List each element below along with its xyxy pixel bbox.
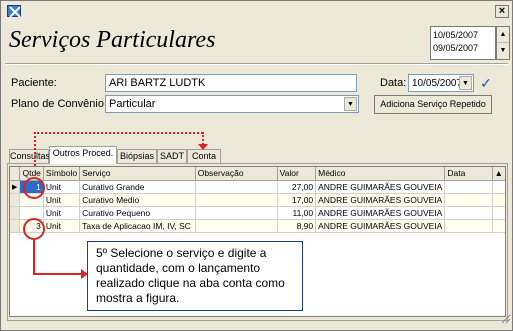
col-header-data[interactable]: Data [444,167,493,181]
annotation-dotted-line [34,132,36,166]
date-list-scrollbar[interactable]: ▲ ▼ [496,26,510,60]
chevron-down-icon[interactable]: ▼ [344,97,357,111]
cell-filler [492,180,505,194]
table-header-row: Qtde Símbolo Serviço Observação Valor Mé… [10,167,505,181]
annotation-circle [23,177,45,199]
cell-observacao[interactable] [195,180,278,194]
paciente-label: Paciente: [11,77,57,89]
cell-medico[interactable]: ANDRE GUIMARÃES GOUVEIA [315,180,446,194]
confirm-check-button[interactable]: ✓ [477,76,495,92]
row-indicator [10,193,21,207]
annotation-line [33,273,83,275]
tab-conta[interactable]: Conta [187,149,221,163]
title-bar: × [2,2,511,20]
cell-medico[interactable]: ANDRE GUIMARÃES GOUVEIA [315,206,446,220]
cell-servico[interactable]: Taxa de Aplicacao IM, IV, SC [79,219,196,233]
chevron-down-icon[interactable]: ▼ [459,76,472,90]
cell-observacao[interactable] [195,219,278,233]
app-x-icon [7,5,21,17]
tab-biopsias[interactable]: Biópsias [117,149,157,163]
cell-valor[interactable]: 17,00 [277,193,317,207]
col-header-valor[interactable]: Valor [277,167,317,181]
add-repeated-service-button[interactable]: Adiciona Serviço Repetido [374,95,492,114]
annotation-line [33,240,35,274]
date-list-item[interactable]: 09/05/2007 [433,42,493,55]
annotation-circle [23,218,45,240]
cell-filler [492,219,505,233]
page-title: Serviços Particulares [9,27,216,53]
col-header-observacao[interactable]: Observação [195,167,278,181]
cell-simbolo[interactable]: Unit [43,206,81,220]
scroll-down-icon[interactable]: ▼ [497,43,509,59]
plano-select[interactable]: Particular ▼ [105,95,359,113]
tab-consultas[interactable]: Consultas [9,149,50,163]
cell-simbolo[interactable]: Unit [43,180,81,194]
data-select[interactable]: 10/05/2007 ▼ [408,74,474,92]
data-select-value: 10/05/2007 [412,78,463,89]
cell-observacao[interactable] [195,193,278,207]
col-header-simbolo[interactable]: Símbolo [43,167,81,181]
paciente-field[interactable]: ARI BARTZ LUDTK [105,74,357,92]
date-list[interactable]: 10/05/2007 09/05/2007 [430,26,496,60]
cell-medico[interactable]: ANDRE GUIMARÃES GOUVEIA [315,219,446,233]
col-header-servico[interactable]: Serviço [79,167,196,181]
col-scroll-arrow-icon[interactable]: ▲ [492,167,505,181]
cell-data[interactable] [444,193,493,207]
cell-observacao[interactable] [195,206,278,220]
cell-qtde[interactable] [19,206,44,220]
cell-valor[interactable]: 8,90 [277,219,317,233]
table-row[interactable]: 3 Unit Taxa de Aplicacao IM, IV, SC 8,90… [10,219,505,233]
cell-valor[interactable]: 27,00 [277,180,317,194]
cell-simbolo[interactable]: Unit [43,193,81,207]
services-table: Qtde Símbolo Serviço Observação Valor Mé… [10,167,505,233]
cell-medico[interactable]: ANDRE GUIMARÃES GOUVEIA [315,193,446,207]
close-button[interactable]: × [495,5,509,18]
date-list-item[interactable]: 10/05/2007 [433,29,493,42]
cell-servico[interactable]: Curativo Pequeno [79,206,196,220]
instruction-callout: 5º Selecione o serviço e digite a quanti… [87,241,303,311]
app-window: × Serviços Particulares 10/05/2007 09/05… [0,0,513,331]
table-row[interactable]: Unit Curativo Medio 17,00 ANDRE GUIMARÃE… [10,193,505,207]
cell-data[interactable] [444,206,493,220]
divider [5,63,508,65]
tab-outros-proced[interactable]: Outros Proced. [49,146,117,164]
cell-data[interactable] [444,180,493,194]
annotation-dotted-line [34,132,203,134]
table-row[interactable]: Unit Curativo Pequeno 11,00 ANDRE GUIMAR… [10,206,505,220]
plano-label: Plano de Convênio: [11,98,108,110]
cell-simbolo[interactable]: Unit [43,219,81,233]
plano-select-value: Particular [109,98,156,110]
cell-filler [492,206,505,220]
row-indicator [10,206,21,220]
scroll-up-icon[interactable]: ▲ [497,27,509,43]
cell-servico[interactable]: Curativo Grande [79,180,196,194]
current-row-icon: ▶ [10,180,21,194]
cell-servico[interactable]: Curativo Medio [79,193,196,207]
annotation-arrow-icon [198,144,208,150]
col-header-medico[interactable]: Médico [315,167,446,181]
tab-sadt[interactable]: SADT [157,149,187,163]
table-row[interactable]: ▶ 1 Unit Curativo Grande 27,00 ANDRE GUI… [10,180,505,194]
data-label: Data: [380,77,407,89]
cell-filler [492,193,505,207]
row-indicator [10,219,21,233]
cell-data[interactable] [444,219,493,233]
cell-valor[interactable]: 11,00 [277,206,317,220]
row-indicator-header [10,167,21,181]
resize-grip-icon[interactable] [498,311,511,325]
